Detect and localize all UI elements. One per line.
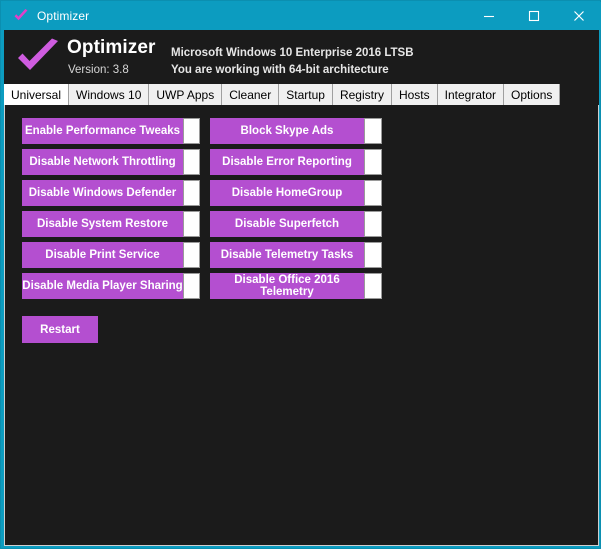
option-checkbox-disable-telemetry-tasks[interactable] bbox=[364, 242, 382, 268]
option-button-disable-system-restore[interactable]: Disable System Restore bbox=[22, 211, 183, 237]
option-row: Block Skype Ads bbox=[210, 118, 382, 144]
option-button-disable-media-player-sharing[interactable]: Disable Media Player Sharing bbox=[22, 273, 183, 299]
option-row: Disable HomeGroup bbox=[210, 180, 382, 206]
tab-integrator[interactable]: Integrator bbox=[437, 84, 505, 105]
option-button-disable-windows-defender[interactable]: Disable Windows Defender bbox=[22, 180, 183, 206]
option-checkbox-disable-system-restore[interactable] bbox=[183, 211, 200, 237]
option-button-disable-error-reporting[interactable]: Disable Error Reporting bbox=[210, 149, 364, 175]
os-info: Microsoft Windows 10 Enterprise 2016 LTS… bbox=[171, 47, 414, 59]
option-row: Disable Windows Defender bbox=[22, 180, 200, 206]
title-bar: Optimizer bbox=[2, 2, 601, 30]
option-checkbox-disable-error-reporting[interactable] bbox=[364, 149, 382, 175]
option-button-disable-telemetry-tasks[interactable]: Disable Telemetry Tasks bbox=[210, 242, 364, 268]
checkmark-icon bbox=[16, 38, 60, 76]
checkmark-icon bbox=[12, 7, 30, 25]
option-row: Disable Telemetry Tasks bbox=[210, 242, 382, 268]
maximize-button[interactable] bbox=[511, 2, 556, 30]
app-header: Optimizer Version: 3.8 Microsoft Windows… bbox=[4, 30, 599, 84]
option-checkbox-disable-media-player-sharing[interactable] bbox=[183, 273, 200, 299]
architecture-info: You are working with 64-bit architecture bbox=[171, 64, 389, 76]
option-button-enable-performance-tweaks[interactable]: Enable Performance Tweaks bbox=[22, 118, 183, 144]
option-row: Enable Performance Tweaks bbox=[22, 118, 200, 144]
option-button-disable-homegroup[interactable]: Disable HomeGroup bbox=[210, 180, 364, 206]
tab-options[interactable]: Options bbox=[504, 84, 561, 105]
option-button-disable-superfetch[interactable]: Disable Superfetch bbox=[210, 211, 364, 237]
window-title: Optimizer bbox=[37, 9, 90, 23]
option-row: Disable Print Service bbox=[22, 242, 200, 268]
tab-universal[interactable]: Universal bbox=[4, 84, 70, 105]
tab-content-universal: Restart Enable Performance Tweaks Disable… bbox=[4, 105, 599, 546]
tab-strip-filler bbox=[560, 84, 599, 105]
universal-panel: Restart Enable Performance Tweaks Disable… bbox=[5, 105, 598, 545]
option-button-disable-print-service[interactable]: Disable Print Service bbox=[22, 242, 183, 268]
app-version: Version: 3.8 bbox=[68, 64, 129, 76]
option-row: Disable Error Reporting bbox=[210, 149, 382, 175]
option-button-block-skype-ads[interactable]: Block Skype Ads bbox=[210, 118, 364, 144]
option-button-disable-office-2016-telemetry[interactable]: Disable Office 2016 Telemetry bbox=[210, 273, 364, 299]
tab-registry[interactable]: Registry bbox=[332, 84, 392, 105]
close-button[interactable] bbox=[556, 2, 601, 30]
option-checkbox-enable-performance-tweaks[interactable] bbox=[183, 118, 200, 144]
minimize-button[interactable] bbox=[466, 2, 511, 30]
option-checkbox-disable-homegroup[interactable] bbox=[364, 180, 382, 206]
tab-uwp-apps[interactable]: UWP Apps bbox=[149, 84, 223, 105]
app-name: Optimizer bbox=[67, 37, 156, 58]
optimizer-window: Optimizer Optimizer Version: 3.8 Microso… bbox=[0, 0, 601, 549]
tab-hosts[interactable]: Hosts bbox=[391, 84, 438, 105]
option-checkbox-block-skype-ads[interactable] bbox=[364, 118, 382, 144]
option-checkbox-disable-windows-defender[interactable] bbox=[183, 180, 200, 206]
restart-button[interactable]: Restart bbox=[22, 316, 98, 343]
option-row: Disable Media Player Sharing bbox=[22, 273, 200, 299]
tab-cleaner[interactable]: Cleaner bbox=[222, 84, 280, 105]
tab-startup[interactable]: Startup bbox=[279, 84, 333, 105]
option-button-disable-network-throttling[interactable]: Disable Network Throttling bbox=[22, 149, 183, 175]
option-row: Disable Superfetch bbox=[210, 211, 382, 237]
option-row: Disable System Restore bbox=[22, 211, 200, 237]
tab-strip: Universal Windows 10 UWP Apps Cleaner Startu… bbox=[4, 84, 599, 105]
option-row: Disable Network Throttling bbox=[22, 149, 200, 175]
option-checkbox-disable-print-service[interactable] bbox=[183, 242, 200, 268]
tab-windows-10[interactable]: Windows 10 bbox=[69, 84, 150, 105]
option-checkbox-disable-superfetch[interactable] bbox=[364, 211, 382, 237]
option-checkbox-disable-network-throttling[interactable] bbox=[183, 149, 200, 175]
option-checkbox-disable-office-2016-telemetry[interactable] bbox=[364, 273, 382, 299]
option-row: Disable Office 2016 Telemetry bbox=[210, 273, 382, 299]
